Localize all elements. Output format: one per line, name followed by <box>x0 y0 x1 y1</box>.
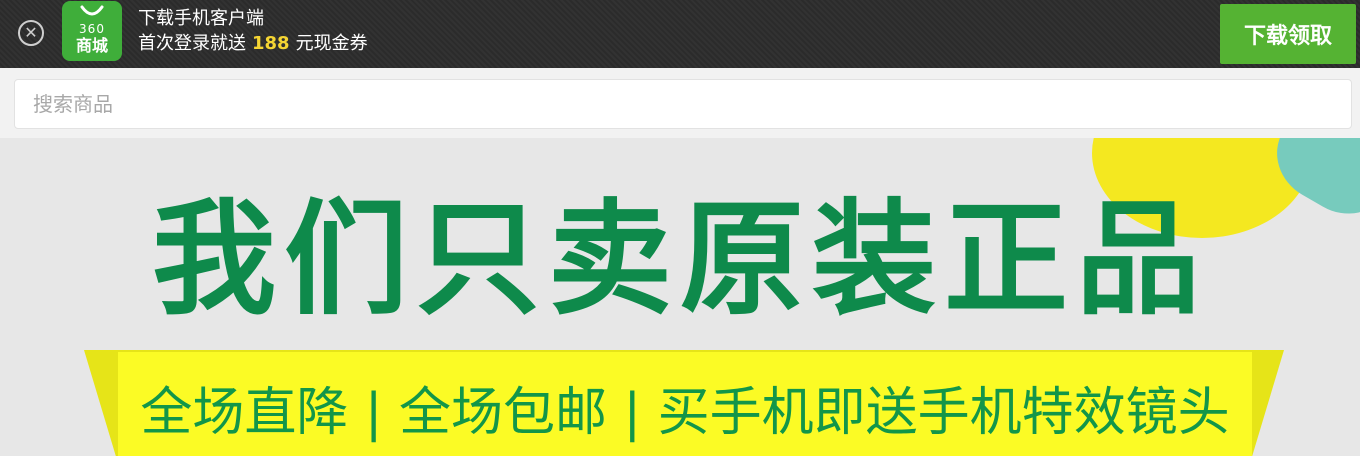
promo-subtitle-before: 首次登录就送 <box>138 33 246 54</box>
smile-icon <box>80 5 104 16</box>
promo-amount: 188 <box>252 33 290 54</box>
promo-banner[interactable]: 我们只卖原装正品 全场直降 | 全场包邮 | 买手机即送手机特效镜头 <box>0 138 1360 456</box>
search-bar <box>0 68 1360 138</box>
promo-title: 下载手机客户端 <box>138 8 264 29</box>
close-icon[interactable]: ✕ <box>18 20 44 46</box>
logo-text-360: 360 <box>79 22 105 36</box>
app-logo: 360 商城 <box>62 1 122 61</box>
logo-text-mall: 商城 <box>75 36 108 55</box>
promo-subtitle: 首次登录就送 188 元现金券 <box>138 31 368 56</box>
download-app-bar: ✕ 360 商城 下载手机客户端 首次登录就送 188 元现金券 下载领取 <box>0 0 1360 68</box>
promo-subtitle-after: 元现金券 <box>295 33 368 54</box>
banner-strip: 全场直降 | 全场包邮 | 买手机即送手机特效镜头 <box>118 352 1252 456</box>
download-claim-button[interactable]: 下载领取 <box>1220 4 1356 64</box>
search-input[interactable] <box>14 79 1352 129</box>
banner-headline: 我们只卖原装正品 <box>151 188 1208 332</box>
banner-strip-text: 全场直降 | 全场包邮 | 买手机即送手机特效镜头 <box>140 383 1230 443</box>
promo-text: 下载手机客户端 首次登录就送 188 元现金券 <box>138 6 368 56</box>
